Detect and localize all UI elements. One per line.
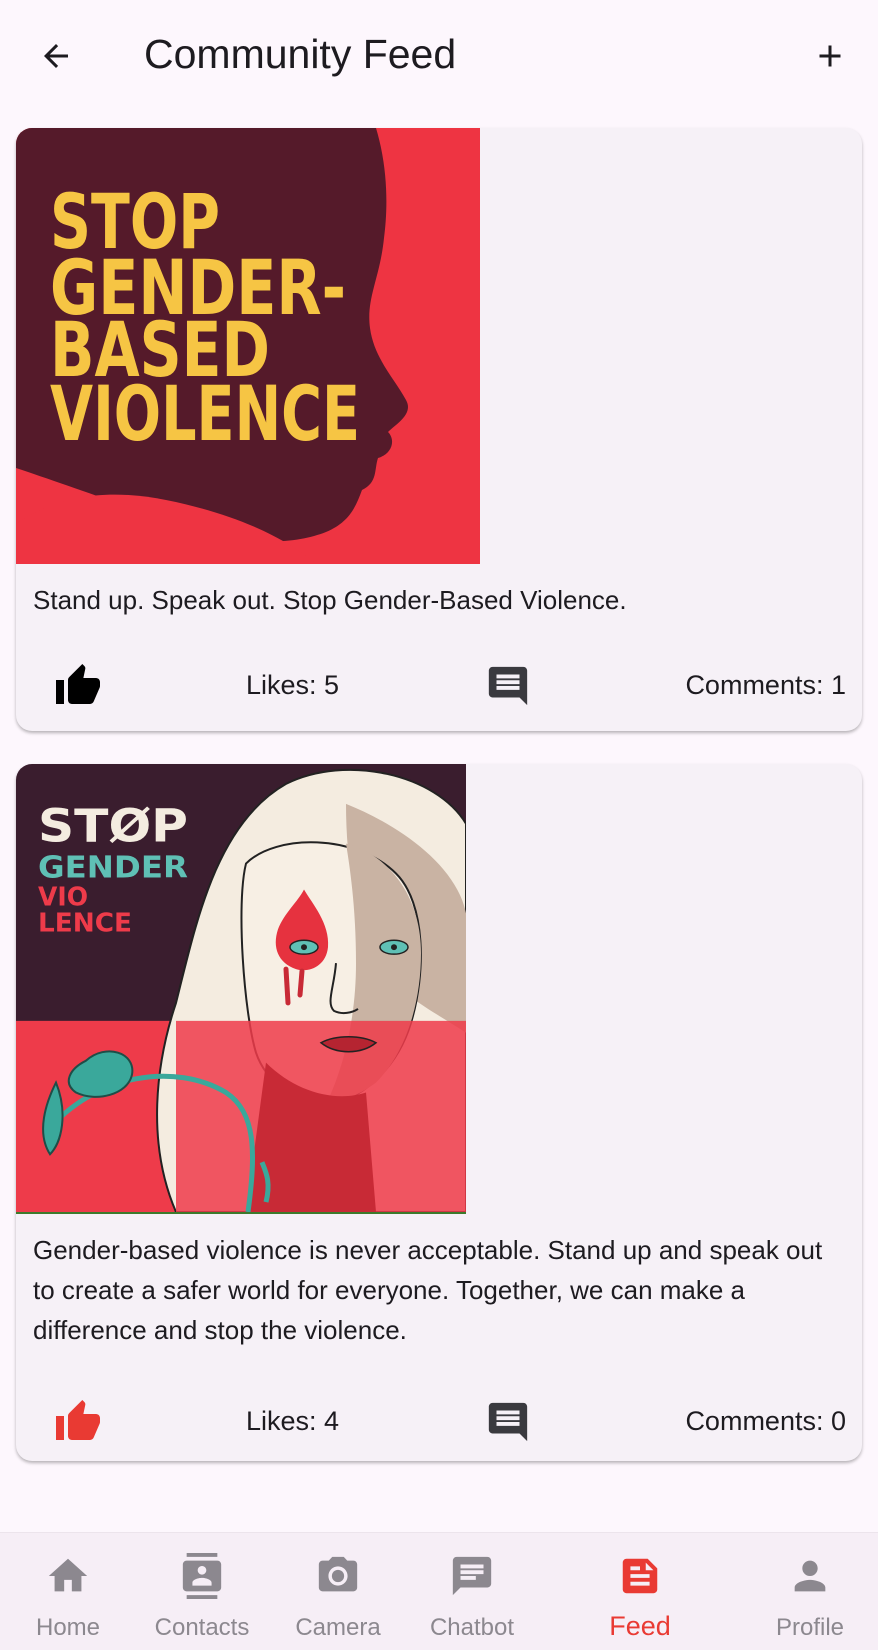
camera-icon [318,1556,358,1592]
comment-icon [488,666,528,706]
nav-label: Home [35,1614,101,1641]
comments-count: Comments: 0 [685,1406,846,1436]
image-text-line: LENCE [38,908,132,938]
app-bar: Community Feed [0,0,878,112]
nav-item-home[interactable]: Home [8,1533,128,1650]
nav-label: Camera [295,1614,381,1641]
back-button[interactable] [30,30,82,82]
comments-count: Comments: 1 [685,670,846,700]
nav-label: Feed [609,1611,671,1641]
person-icon [794,1560,826,1592]
home-icon [48,1558,88,1592]
nav-item-chatbot[interactable]: Chatbot [412,1533,532,1650]
post-image[interactable]: STØP GENDER VIO LENCE [16,764,466,1214]
feed-icon [622,1558,658,1594]
post-card: STOP GENDER- BASED VIOLENCE Stand up. Sp… [16,128,862,731]
post-caption: Stand up. Speak out. Stop Gender-Based V… [33,585,627,615]
plus-icon [819,45,841,67]
like-button[interactable] [52,660,104,712]
post-actions: Likes: 5 Comments: 1 [16,654,862,714]
likes-count: Likes: 4 [246,1406,340,1436]
like-button[interactable] [52,1396,104,1448]
image-text-line: GENDER [38,851,188,886]
chat-icon [452,1556,492,1596]
bottom-navigation: Home Contacts Camera Chatbot Feed Profil… [0,1532,878,1650]
image-text-line: VIOLENCE [50,369,360,458]
contacts-icon [182,1553,222,1599]
nav-label: Chatbot [429,1614,515,1641]
nav-item-feed[interactable]: Feed [580,1533,700,1650]
comment-button[interactable] [482,660,534,712]
nav-item-camera[interactable]: Camera [278,1533,398,1650]
page-title: Community Feed [144,31,457,77]
nav-label: Contacts [154,1614,250,1641]
arrow-back-icon [44,44,68,68]
post-card: STØP GENDER VIO LENCE Gender-based viole… [16,764,862,1461]
add-post-button[interactable] [804,30,856,82]
nav-item-contacts[interactable]: Contacts [142,1533,262,1650]
nav-item-profile[interactable]: Profile [750,1533,870,1650]
thumb-up-icon [56,664,100,704]
image-text-line: STØP [38,799,188,853]
post-image[interactable]: STOP GENDER- BASED VIOLENCE [16,128,480,564]
likes-count: Likes: 5 [246,670,340,700]
comment-icon [488,1402,528,1442]
nav-label: Profile [775,1614,845,1641]
thumb-up-icon [56,1400,100,1440]
post-actions: Likes: 4 Comments: 0 [16,1390,862,1450]
comment-button[interactable] [482,1396,534,1448]
post-caption: Gender-based violence is never acceptabl… [33,1235,823,1345]
